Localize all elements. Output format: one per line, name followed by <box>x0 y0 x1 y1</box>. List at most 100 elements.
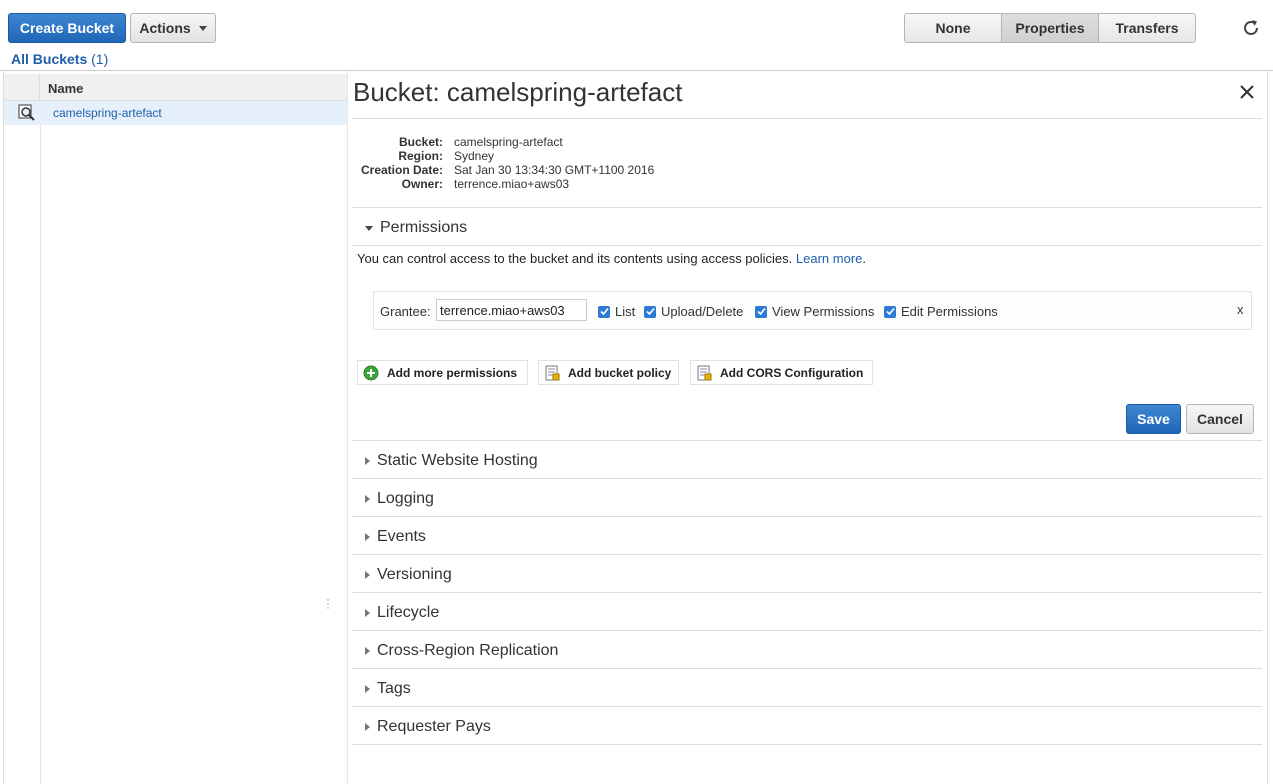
prop-label-region: Region: <box>398 149 443 163</box>
collapsed-caret-icon <box>365 495 370 503</box>
bucket-list-header: Name <box>4 74 348 101</box>
bucket-count: (1) <box>91 51 109 67</box>
section-permissions[interactable]: Permissions <box>365 219 467 237</box>
add-cors-configuration-label: Add CORS Configuration <box>720 365 864 380</box>
collapsed-caret-icon <box>365 685 370 693</box>
collapsed-caret-icon <box>365 571 370 579</box>
bucket-list-panel: Name camelspring-artefact <box>3 71 348 784</box>
panel-resize-handle[interactable]: · · · <box>326 593 330 613</box>
expanded-caret-icon <box>365 225 373 231</box>
section-cross-region-replication[interactable]: Cross-Region Replication <box>365 642 558 660</box>
prop-value-creation-date: Sat Jan 30 13:34:30 GMT+1100 2016 <box>454 163 655 177</box>
gutter-line <box>40 125 41 784</box>
divider <box>352 592 1262 593</box>
magnifier-icon[interactable] <box>18 104 36 122</box>
chevron-down-icon <box>198 25 207 31</box>
grantee-label: Grantee: <box>380 304 431 319</box>
tab-none[interactable]: None <box>905 14 1002 42</box>
cors-document-icon <box>697 365 712 380</box>
divider <box>352 245 1262 246</box>
divider <box>352 440 1262 441</box>
checkbox-list-label: List <box>615 304 636 319</box>
collapsed-caret-icon <box>365 457 370 465</box>
divider <box>352 706 1262 707</box>
add-cors-configuration-button[interactable]: Add CORS Configuration <box>690 360 873 385</box>
divider <box>352 118 1262 119</box>
collapsed-caret-icon <box>365 609 370 617</box>
collapsed-caret-icon <box>365 723 370 731</box>
section-permissions-label: Permissions <box>380 219 468 236</box>
divider <box>352 630 1262 631</box>
create-bucket-button[interactable]: Create Bucket <box>8 13 126 43</box>
table-row[interactable]: camelspring-artefact <box>4 101 348 125</box>
section-label: Versioning <box>377 566 452 583</box>
divider <box>352 744 1262 745</box>
divider <box>352 516 1262 517</box>
toolbar: Create Bucket Actions None Properties Tr… <box>0 0 1273 50</box>
collapsed-caret-icon <box>365 533 370 541</box>
divider <box>352 478 1262 479</box>
checkbox-upload-delete[interactable]: Upload/Delete <box>644 304 743 319</box>
save-button[interactable]: Save <box>1126 404 1181 434</box>
checkbox-edit-permissions-label: Edit Permissions <box>901 304 998 319</box>
section-requester-pays[interactable]: Requester Pays <box>365 718 491 736</box>
close-icon[interactable] <box>1238 82 1256 102</box>
checkbox-checked-icon[interactable] <box>884 305 896 318</box>
grantee-row: Grantee: List Upload/Delete View Permiss… <box>373 291 1252 330</box>
section-label: Lifecycle <box>377 604 440 621</box>
actions-dropdown-button[interactable]: Actions <box>130 13 216 43</box>
grantee-input[interactable] <box>436 299 587 321</box>
section-lifecycle[interactable]: Lifecycle <box>365 604 439 622</box>
prop-label-owner: Owner: <box>401 177 443 191</box>
section-label: Requester Pays <box>377 718 491 735</box>
checkbox-view-permissions-label: View Permissions <box>772 304 875 319</box>
tab-transfers[interactable]: Transfers <box>1099 14 1195 42</box>
section-label: Tags <box>377 680 411 697</box>
section-tags[interactable]: Tags <box>365 680 411 698</box>
section-label: Events <box>377 528 426 545</box>
permissions-description: You can control access to the bucket and… <box>357 251 866 266</box>
section-versioning[interactable]: Versioning <box>365 566 452 584</box>
learn-more-link[interactable]: Learn more <box>796 251 862 266</box>
checkbox-view-permissions[interactable]: View Permissions <box>755 304 874 319</box>
header-gutter <box>4 74 40 101</box>
checkbox-edit-permissions[interactable]: Edit Permissions <box>884 304 998 319</box>
checkbox-list[interactable]: List <box>598 304 635 319</box>
cancel-button[interactable]: Cancel <box>1186 404 1254 434</box>
refresh-icon[interactable] <box>1240 17 1262 39</box>
view-segmented-control: None Properties Transfers <box>904 13 1196 43</box>
all-buckets-label: All Buckets <box>11 51 88 67</box>
prop-label-creation-date: Creation Date: <box>360 163 443 177</box>
add-more-permissions-label: Add more permissions <box>387 365 518 380</box>
actions-label: Actions <box>139 20 191 36</box>
divider <box>352 554 1262 555</box>
section-events[interactable]: Events <box>365 528 426 546</box>
checkbox-checked-icon[interactable] <box>598 305 610 318</box>
tab-properties[interactable]: Properties <box>1002 14 1099 42</box>
checkbox-checked-icon[interactable] <box>644 305 656 318</box>
add-bucket-policy-button[interactable]: Add bucket policy <box>538 360 679 385</box>
add-bucket-policy-label: Add bucket policy <box>568 365 672 380</box>
checkbox-checked-icon[interactable] <box>755 305 767 318</box>
section-logging[interactable]: Logging <box>365 490 434 508</box>
collapsed-caret-icon <box>365 647 370 655</box>
page-title: Bucket: camelspring-artefact <box>353 77 683 107</box>
policy-document-icon <box>545 365 560 380</box>
right-edge <box>1267 71 1268 784</box>
all-buckets-breadcrumb[interactable]: All Buckets (1) <box>11 51 108 67</box>
add-more-permissions-button[interactable]: Add more permissions <box>357 360 528 385</box>
permissions-description-text: You can control access to the bucket and… <box>357 251 793 266</box>
prop-value-bucket: camelspring-artefact <box>454 135 563 149</box>
divider <box>352 207 1262 208</box>
remove-grantee-button[interactable]: x <box>1237 302 1244 317</box>
section-label: Cross-Region Replication <box>377 642 559 659</box>
checkbox-upload-delete-label: Upload/Delete <box>661 304 744 319</box>
section-label: Logging <box>377 490 434 507</box>
column-header-name[interactable]: Name <box>48 81 83 96</box>
period: . <box>862 251 867 266</box>
plus-circle-icon <box>363 365 379 380</box>
bucket-name-link[interactable]: camelspring-artefact <box>53 106 162 120</box>
prop-label-bucket: Bucket: <box>398 135 443 149</box>
divider <box>352 668 1262 669</box>
section-static-website-hosting[interactable]: Static Website Hosting <box>365 452 538 470</box>
